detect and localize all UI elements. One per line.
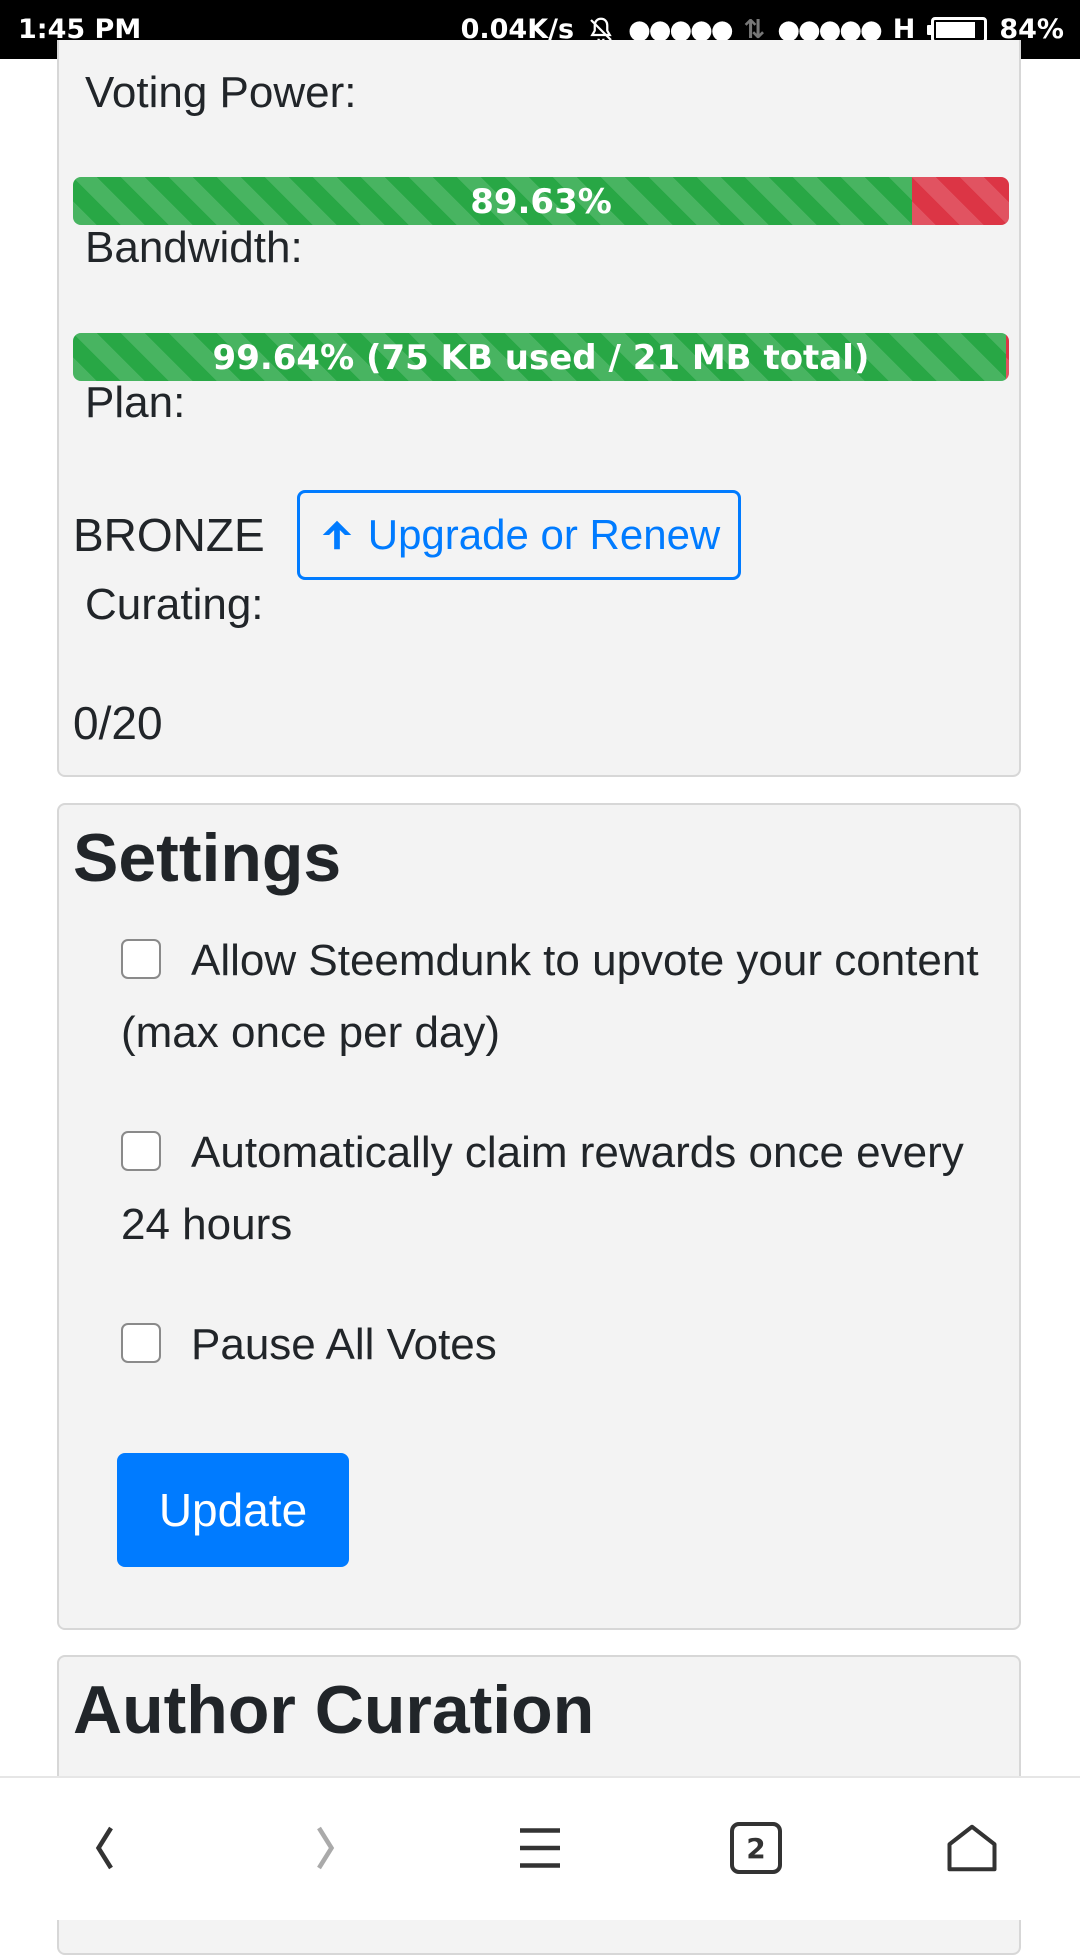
account-card: Voting Power: 89.63% Bandwidth: 99.64% (… (57, 40, 1021, 777)
forward-button[interactable] (284, 1808, 364, 1888)
upgrade-button-label: Upgrade or Renew (367, 511, 721, 558)
update-button[interactable]: Update (117, 1453, 349, 1567)
pause-votes-checkbox[interactable] (121, 1323, 161, 1363)
tabs-icon: 2 (730, 1822, 782, 1874)
tabs-button[interactable]: 2 (716, 1808, 796, 1888)
settings-card: Settings Allow Steemdunk to upvote your … (57, 803, 1021, 1630)
claim-rewards-checkbox[interactable] (121, 1131, 161, 1171)
voting-power-label: Voting Power: (85, 68, 357, 117)
browser-bottom-nav: 2 (0, 1776, 1080, 1920)
back-icon (95, 1826, 113, 1870)
home-icon (947, 1824, 997, 1872)
plan-value: BRONZE (73, 509, 265, 561)
settings-title: Settings (73, 820, 342, 896)
home-button[interactable] (932, 1808, 1012, 1888)
bandwidth-progress: 99.64% (75 KB used / 21 MB total) (73, 333, 1009, 381)
option-pause-votes[interactable]: Pause All Votes (121, 1309, 981, 1381)
option-label: Allow Steemdunk to upvote your content (… (121, 936, 979, 1057)
option-label: Automatically claim rewards once every 2… (121, 1128, 964, 1249)
upgrade-button[interactable]: Upgrade or Renew (297, 490, 741, 580)
arrow-up-icon (322, 520, 351, 550)
option-claim-rewards[interactable]: Automatically claim rewards once every 2… (121, 1117, 981, 1261)
upvote-checkbox[interactable] (121, 939, 161, 979)
plan-label: Plan: (85, 378, 186, 427)
tab-count: 2 (746, 1831, 766, 1865)
curating-label: Curating: (85, 580, 264, 629)
back-button[interactable] (66, 1808, 146, 1888)
option-upvote-content[interactable]: Allow Steemdunk to upvote your content (… (121, 925, 981, 1069)
battery-icon (927, 16, 988, 43)
curating-count: 0/20 (73, 697, 163, 749)
bandwidth-label: Bandwidth: (85, 223, 303, 272)
forward-icon (317, 1826, 335, 1870)
voting-power-text: 89.63% (470, 182, 612, 222)
menu-button[interactable] (500, 1808, 580, 1888)
option-label: Pause All Votes (191, 1320, 497, 1369)
voting-power-progress: 89.63% (73, 177, 1009, 225)
bandwidth-text: 99.64% (75 KB used / 21 MB total) (212, 338, 870, 378)
menu-icon (520, 1828, 560, 1868)
author-curation-title: Author Curation (73, 1672, 595, 1748)
